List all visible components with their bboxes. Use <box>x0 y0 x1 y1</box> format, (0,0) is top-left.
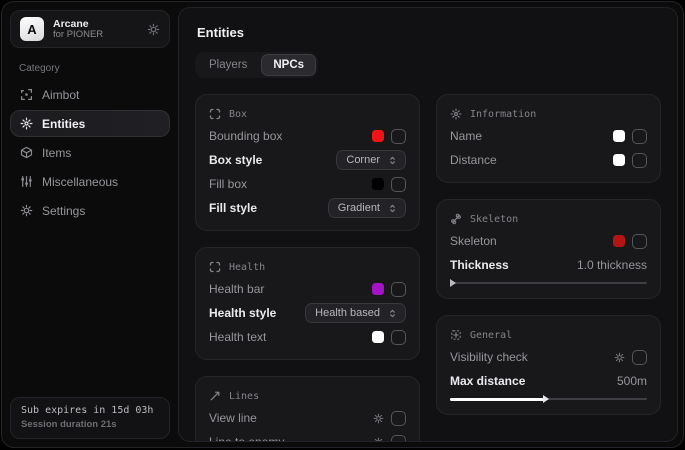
sub-expires-text: Sub expires in 15d 03h <box>21 405 159 416</box>
card-title: Information <box>470 109 536 120</box>
sliders-icon <box>20 175 33 188</box>
sidebar-item-label: Settings <box>42 204 85 218</box>
card-box: Box Bounding box Box style Corner <box>195 94 420 231</box>
fill-box-checkbox[interactable] <box>391 177 406 192</box>
sidebar-item-label: Aimbot <box>42 88 79 102</box>
setting-row-name: Name <box>450 125 647 147</box>
health-style-select[interactable]: Health based <box>305 303 406 323</box>
thickness-value: 1.0 thickness <box>577 258 647 272</box>
setting-row-health-text: Health text <box>209 326 406 348</box>
sidebar-item-miscellaneous[interactable]: Miscellaneous <box>10 168 170 195</box>
calibrate-icon <box>450 329 462 341</box>
session-duration-text: Session duration 21s <box>21 419 159 430</box>
slider-thumb[interactable] <box>450 279 456 287</box>
card-title: Lines <box>229 391 259 402</box>
setting-row-box-style: Box style Corner <box>209 149 406 171</box>
box-corners-icon <box>209 108 221 120</box>
unfold-icon <box>387 203 398 214</box>
tab-players[interactable]: Players <box>197 54 259 76</box>
color-swatch[interactable] <box>372 283 384 295</box>
cube-icon <box>20 146 33 159</box>
unfold-icon <box>387 308 398 319</box>
setting-row-fill-style: Fill style Gradient <box>209 197 406 219</box>
color-swatch[interactable] <box>613 130 625 142</box>
card-title: Skeleton <box>470 214 518 225</box>
page-title: Entities <box>197 25 661 40</box>
setting-row-health-bar: Health bar <box>209 278 406 300</box>
brand-subtitle: for PIONER <box>53 30 138 41</box>
app-window: A Arcane for PIONER Category Aimbot Enti… <box>1 1 684 448</box>
row-settings-gear-icon[interactable] <box>373 413 384 424</box>
line-to-enemy-checkbox[interactable] <box>391 435 406 443</box>
health-text-checkbox[interactable] <box>391 330 406 345</box>
brand-logo: A <box>20 17 44 41</box>
setting-row-max-distance: Max distance 500m <box>450 370 647 392</box>
setting-row-health-style: Health style Health based <box>209 302 406 324</box>
row-settings-gear-icon[interactable] <box>614 352 625 363</box>
sidebar-item-aimbot[interactable]: Aimbot <box>10 81 170 108</box>
skeleton-checkbox[interactable] <box>632 234 647 249</box>
setting-row-line-to-enemy: Line to enemy <box>209 431 406 442</box>
bounding-box-checkbox[interactable] <box>391 129 406 144</box>
row-settings-gear-icon[interactable] <box>373 437 384 443</box>
gear-icon <box>20 204 33 217</box>
fill-style-select[interactable]: Gradient <box>328 198 406 218</box>
brand-name: Arcane <box>53 18 138 30</box>
color-swatch[interactable] <box>372 130 384 142</box>
tab-bar: Players NPCs <box>195 52 318 78</box>
card-lines: Lines View line Line to enemy <box>195 376 420 442</box>
color-swatch[interactable] <box>372 331 384 343</box>
setting-row-distance: Distance <box>450 149 647 171</box>
box-style-select[interactable]: Corner <box>336 150 406 170</box>
thickness-slider[interactable] <box>450 279 647 287</box>
entities-icon <box>20 117 33 130</box>
color-swatch[interactable] <box>613 235 625 247</box>
category-label: Category <box>19 63 170 74</box>
diagonal-line-icon <box>209 390 221 402</box>
sidebar-item-settings[interactable]: Settings <box>10 197 170 224</box>
sidebar-item-items[interactable]: Items <box>10 139 170 166</box>
view-line-checkbox[interactable] <box>391 411 406 426</box>
tab-npcs[interactable]: NPCs <box>261 54 316 76</box>
sidebar-item-label: Items <box>42 146 71 160</box>
setting-row-skeleton: Skeleton <box>450 230 647 252</box>
unfold-icon <box>387 155 398 166</box>
color-swatch[interactable] <box>613 154 625 166</box>
setting-row-bounding-box: Bounding box <box>209 125 406 147</box>
subscription-card: Sub expires in 15d 03h Session duration … <box>10 397 170 439</box>
setting-row-fill-box: Fill box <box>209 173 406 195</box>
distance-checkbox[interactable] <box>632 153 647 168</box>
setting-row-thickness: Thickness 1.0 thickness <box>450 254 647 276</box>
max-distance-value: 500m <box>617 374 647 388</box>
card-health: Health Health bar Health style Health ba… <box>195 247 420 360</box>
bone-icon <box>450 213 462 225</box>
card-general: General Visibility check Max distance 50… <box>436 315 661 415</box>
card-skeleton: Skeleton Skeleton Thickness 1.0 thicknes… <box>436 199 661 299</box>
crosshair-icon <box>20 88 33 101</box>
max-distance-slider[interactable] <box>450 395 647 403</box>
card-information: Information Name Distance <box>436 94 661 183</box>
card-title: Health <box>229 262 265 273</box>
sidebar-item-label: Entities <box>42 117 85 131</box>
card-title: General <box>470 330 512 341</box>
setting-row-visibility-check: Visibility check <box>450 346 647 368</box>
box-corners-icon <box>209 261 221 273</box>
setting-row-view-line: View line <box>209 407 406 429</box>
sidebar-nav: Aimbot Entities Items Miscellaneous Sett… <box>10 81 170 224</box>
main-panel: Entities Players NPCs Box Bounding box <box>178 7 678 442</box>
gear-icon[interactable] <box>147 23 160 36</box>
color-swatch[interactable] <box>372 178 384 190</box>
visibility-check-checkbox[interactable] <box>632 350 647 365</box>
sidebar-item-label: Miscellaneous <box>42 175 118 189</box>
sidebar-item-entities[interactable]: Entities <box>10 110 170 137</box>
brand-card: A Arcane for PIONER <box>10 10 170 48</box>
slider-thumb[interactable] <box>543 395 549 403</box>
health-bar-checkbox[interactable] <box>391 282 406 297</box>
card-title: Box <box>229 109 247 120</box>
name-checkbox[interactable] <box>632 129 647 144</box>
sidebar: A Arcane for PIONER Category Aimbot Enti… <box>2 2 178 447</box>
sparkle-icon <box>450 108 462 120</box>
